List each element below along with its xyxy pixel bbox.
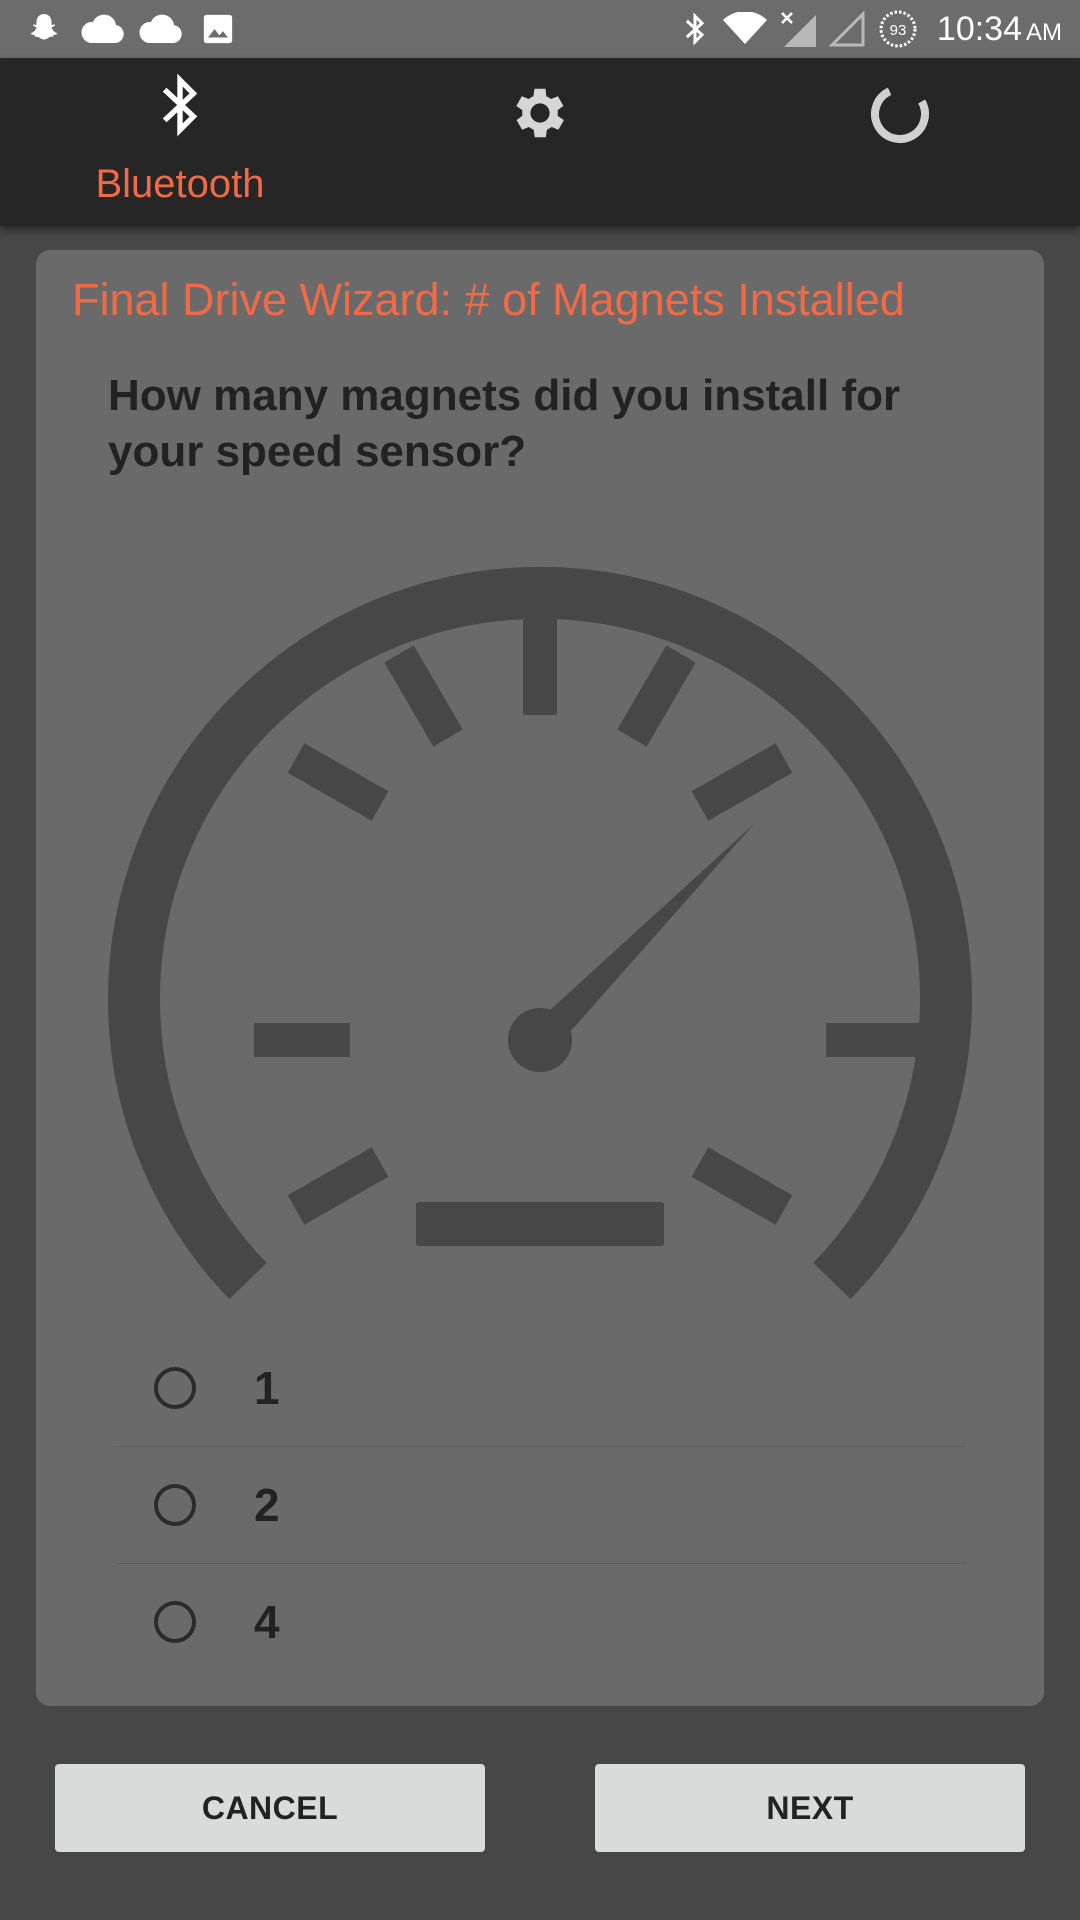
radio-button[interactable] (154, 1367, 196, 1409)
cloud-icon (134, 0, 186, 58)
radio-button[interactable] (154, 1601, 196, 1643)
tab-settings[interactable] (360, 58, 720, 226)
snapchat-icon (22, 0, 66, 58)
wizard-card: Final Drive Wizard: # of Magnets Install… (36, 250, 1044, 1706)
battery-level: 93 (890, 22, 907, 39)
radio-button[interactable] (154, 1484, 196, 1526)
speedometer-icon (96, 560, 984, 1305)
status-bar: 93 10:34 AM (0, 0, 1080, 58)
clock-time: 10:34 (936, 10, 1022, 48)
cloud-icon (76, 0, 128, 58)
battery-icon: 93 (876, 0, 920, 58)
wifi-icon (722, 0, 768, 58)
option-label: 1 (254, 1362, 280, 1414)
image-icon (198, 0, 238, 58)
magnet-options: 1 2 4 (116, 1330, 966, 1680)
wizard-title: Final Drive Wizard: # of Magnets Install… (72, 274, 905, 325)
option-label: 2 (254, 1479, 280, 1531)
signal-x-icon (776, 0, 820, 58)
bluetooth-icon (157, 72, 203, 143)
gear-icon (507, 80, 573, 151)
tab-refresh[interactable] (720, 58, 1080, 226)
signal-icon (826, 0, 868, 58)
option-2[interactable]: 2 (116, 1446, 966, 1563)
tab-bluetooth[interactable]: Bluetooth (0, 58, 360, 226)
clock: 10:34 AM (937, 0, 1062, 58)
cancel-button[interactable]: CANCEL (55, 1764, 485, 1852)
clock-ampm: AM (1026, 19, 1062, 46)
loading-icon (868, 82, 932, 151)
bluetooth-icon (678, 0, 712, 58)
option-1[interactable]: 1 (116, 1330, 966, 1446)
top-nav: Bluetooth (0, 58, 1080, 226)
option-4[interactable]: 4 (116, 1563, 966, 1680)
option-label: 4 (254, 1596, 280, 1648)
tab-bluetooth-label: Bluetooth (95, 162, 265, 206)
wizard-question: How many magnets did you install for you… (108, 371, 901, 476)
next-button[interactable]: NEXT (595, 1764, 1025, 1852)
